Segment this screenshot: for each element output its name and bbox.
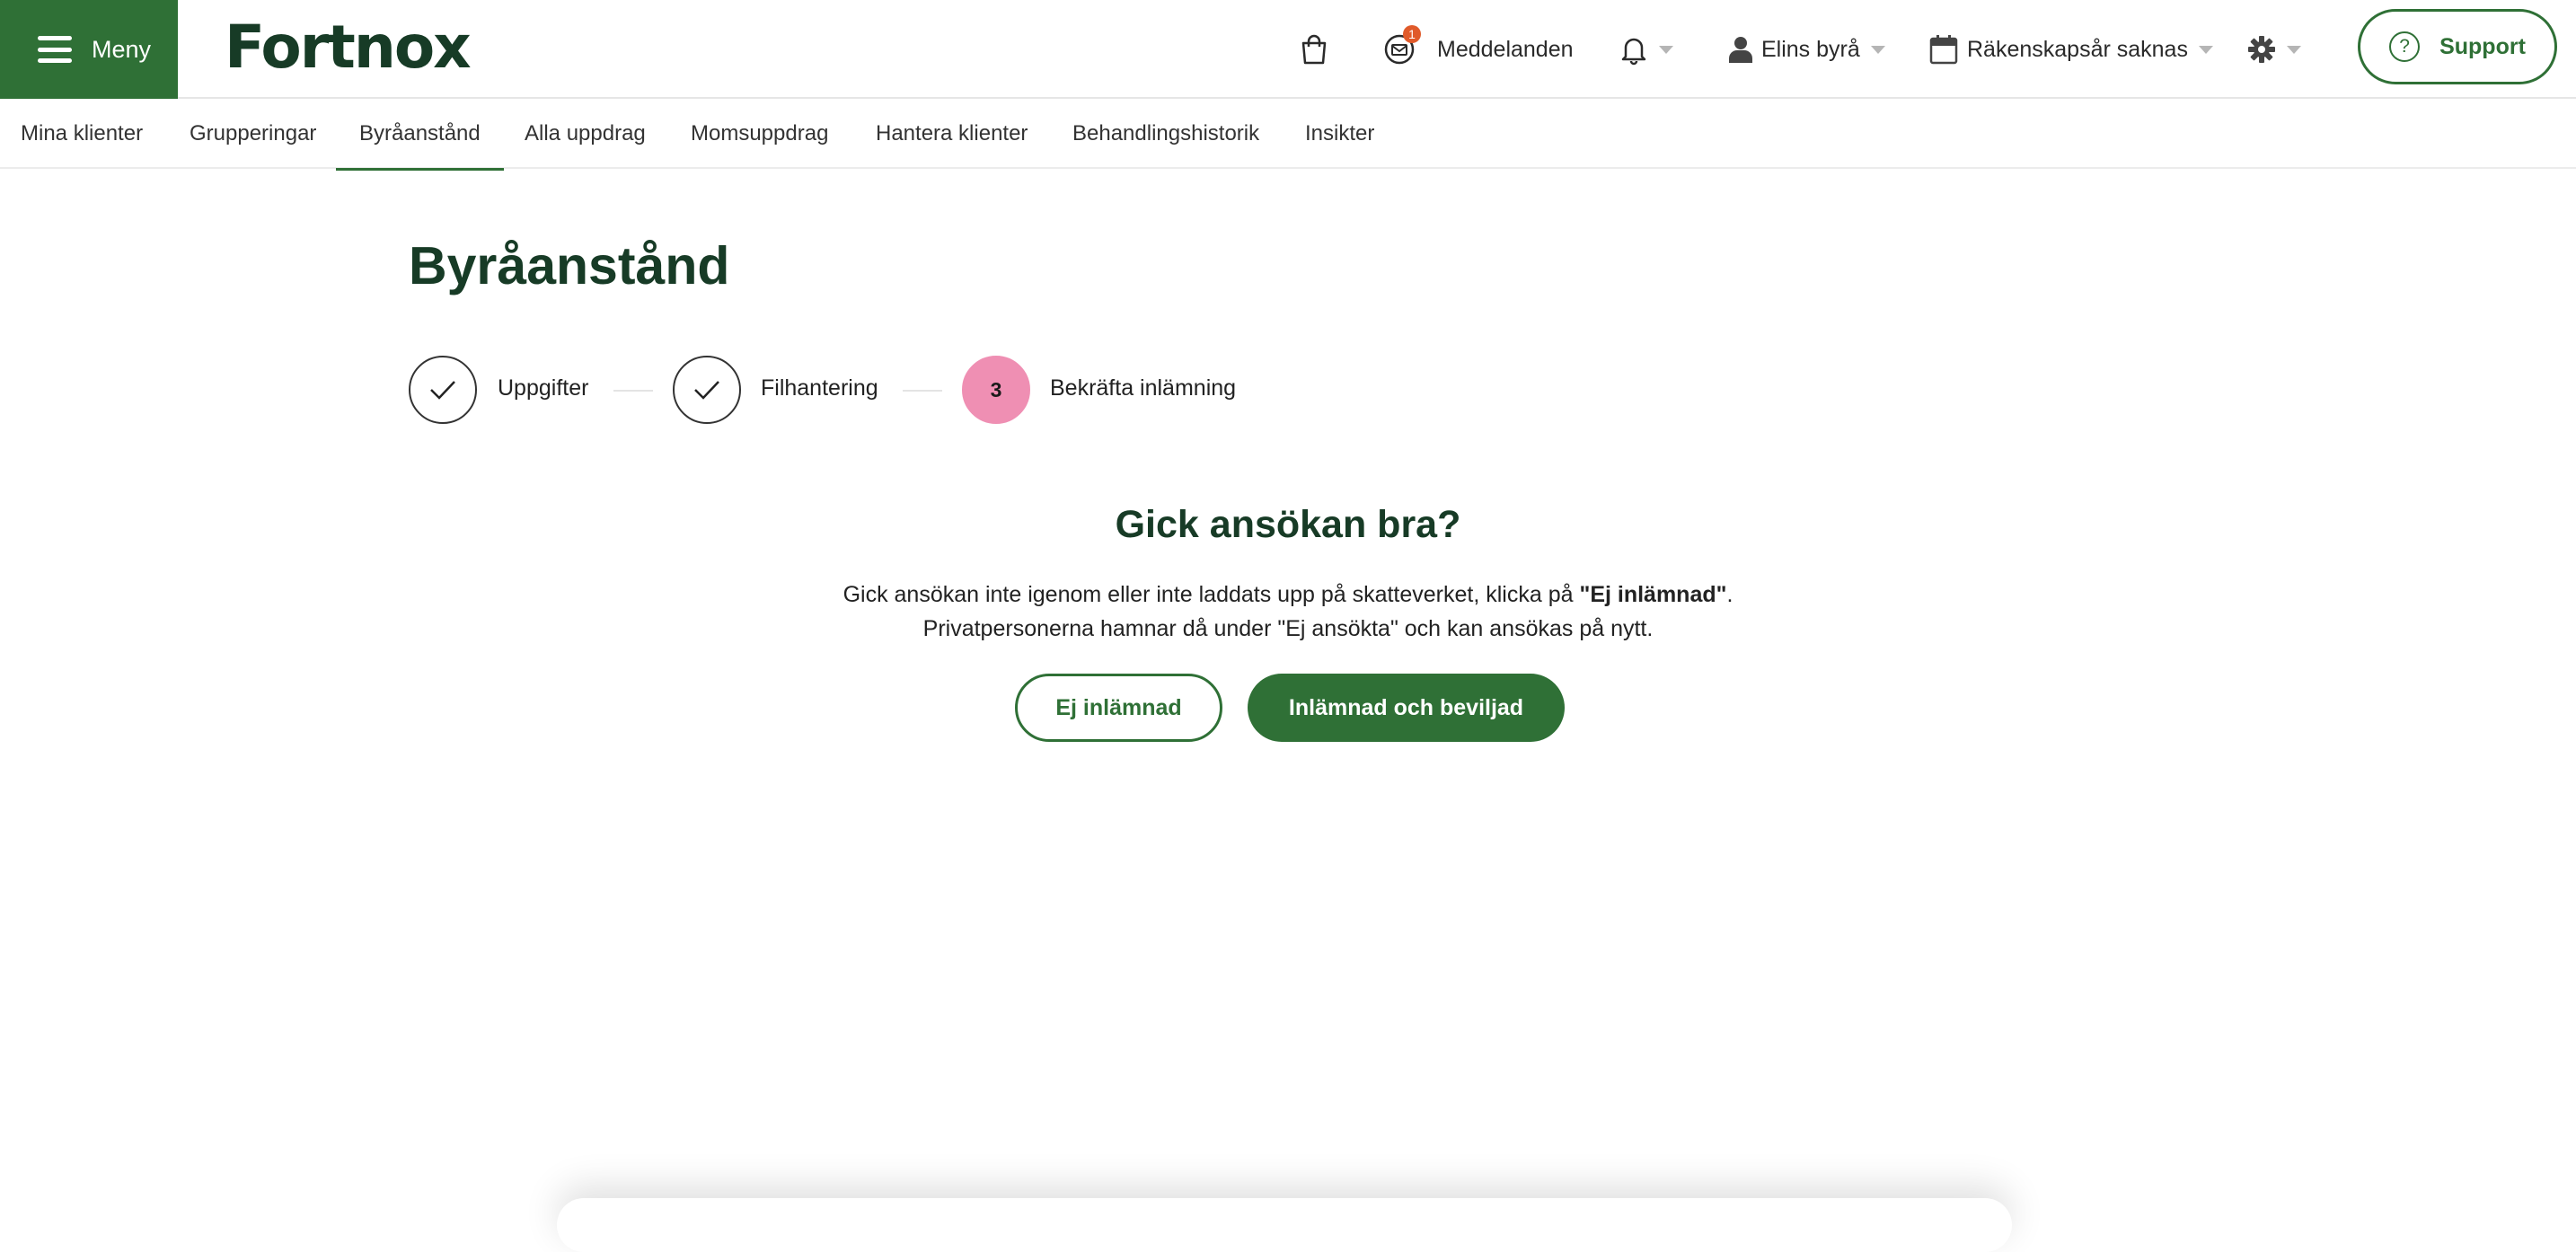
confirmation-question: Gick ansökan bra?: [1115, 503, 1461, 546]
not-submitted-button[interactable]: Ej inlämnad: [1015, 674, 1222, 742]
messages-count-badge: 1: [1403, 25, 1421, 43]
step-2-indicator: [673, 356, 741, 424]
chevron-down-icon: [1659, 45, 1673, 54]
tab-alla-uppdrag[interactable]: Alla uppdrag: [525, 99, 646, 169]
support-button[interactable]: ? Support: [2358, 9, 2557, 84]
settings-menu[interactable]: [2247, 0, 2301, 99]
top-header: Meny Fortnox Meddelanden 1 Elins byrå Rä…: [0, 0, 2576, 99]
calendar-icon: [1929, 35, 1958, 65]
tab-grupperingar[interactable]: Grupperingar: [190, 99, 316, 169]
step-1-label: Uppgifter: [498, 375, 589, 401]
step-3-label: Bekräfta inlämning: [1050, 375, 1237, 401]
tab-byraanstand[interactable]: Byråanstånd: [336, 99, 504, 171]
support-label: Support: [2439, 33, 2526, 59]
fortnox-logo[interactable]: Fortnox: [225, 16, 472, 79]
cart-button[interactable]: [1299, 0, 1329, 99]
step-1-indicator: [409, 356, 477, 424]
client-nav-tabs: Mina klienter Grupperingar Byråanstånd A…: [0, 99, 2576, 171]
notifications-button[interactable]: [1619, 0, 1673, 99]
step-connector: [613, 390, 653, 392]
tab-mina-klienter[interactable]: Mina klienter: [21, 99, 143, 169]
hamburger-icon: [38, 36, 72, 63]
user-icon: [1729, 37, 1752, 63]
messages-label: Meddelanden: [1437, 36, 1574, 62]
fiscal-year-label: Räkenskapsår saknas: [1967, 36, 2188, 62]
menu-button[interactable]: Meny: [0, 0, 178, 99]
shopping-bag-icon: [1301, 34, 1327, 65]
bottom-panel-edge: [557, 1198, 2012, 1252]
checkmark-icon: [430, 381, 455, 400]
chevron-down-icon: [1870, 45, 1885, 54]
chevron-down-icon: [2287, 45, 2301, 54]
tab-hantera-klienter[interactable]: Hantera klienter: [876, 99, 1028, 169]
tab-behandlingshistorik[interactable]: Behandlingshistorik: [1072, 99, 1259, 169]
fiscal-year-menu[interactable]: Räkenskapsår saknas: [1929, 0, 2213, 99]
messages-button[interactable]: Meddelanden: [1383, 0, 1574, 99]
user-label: Elins byrå: [1761, 36, 1860, 62]
tab-momsuppdrag[interactable]: Momsuppdrag: [691, 99, 828, 169]
question-circle-icon: ?: [2389, 31, 2421, 62]
gear-icon: [2248, 36, 2275, 63]
step-3-indicator: 3: [962, 356, 1030, 424]
menu-label: Meny: [92, 35, 152, 63]
tab-insikter[interactable]: Insikter: [1305, 99, 1374, 169]
user-menu[interactable]: Elins byrå: [1729, 0, 1885, 99]
confirmation-description-line-2: Privatpersonerna hamnar då under "Ej ans…: [922, 616, 1654, 641]
checkmark-icon: [694, 381, 719, 400]
confirmation-description-line-1: Gick ansökan inte igenom eller inte ladd…: [842, 582, 1734, 607]
bell-icon: [1621, 38, 1646, 66]
page-title: Byråanstånd: [409, 236, 730, 295]
submitted-approved-button[interactable]: Inlämnad och beviljad: [1248, 674, 1565, 742]
step-connector: [903, 390, 942, 392]
chevron-down-icon: [2198, 45, 2213, 54]
step-2-label: Filhantering: [761, 375, 878, 401]
